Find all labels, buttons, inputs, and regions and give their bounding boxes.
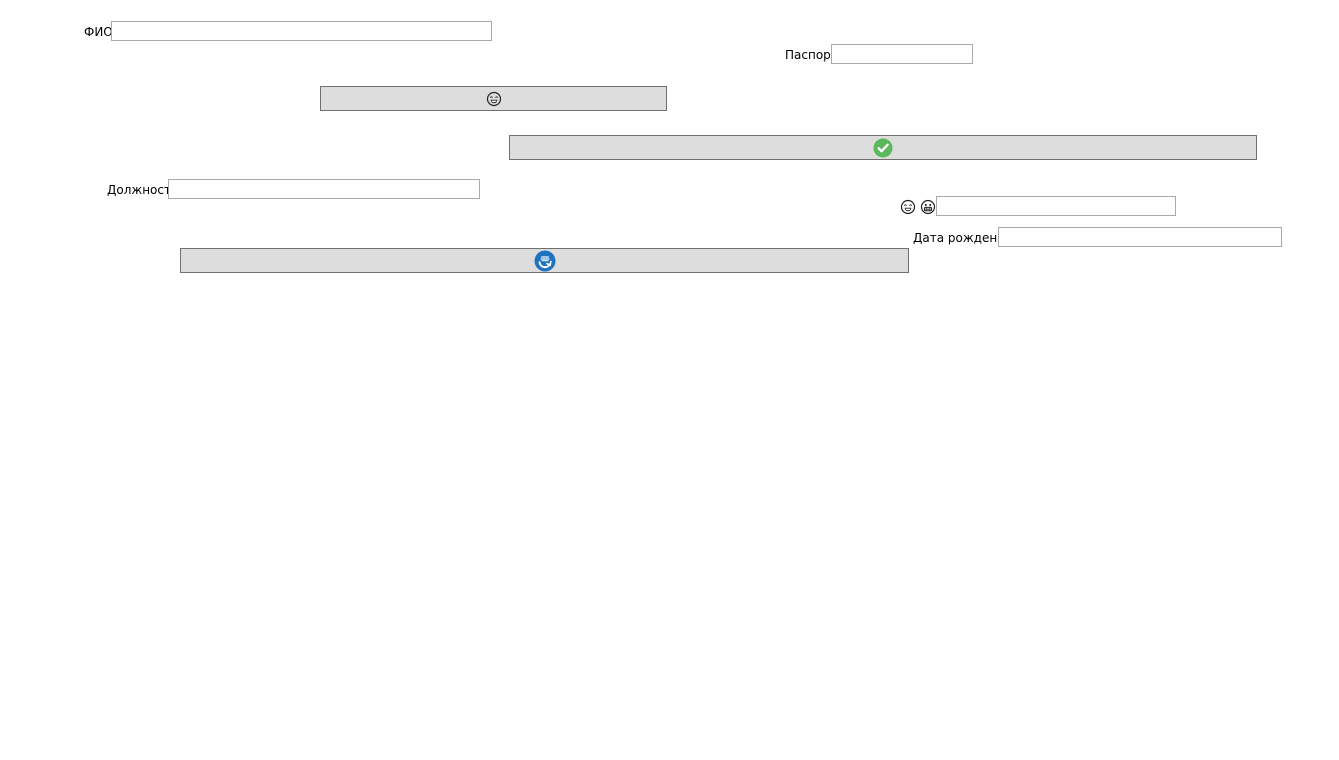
- fio-label: ФИО: [84, 25, 113, 39]
- passport-label: Паспорт: [785, 48, 838, 62]
- grinning-face-icon: [920, 199, 936, 215]
- checkmark-icon: [873, 138, 893, 158]
- laughing-face-icon: [486, 91, 502, 107]
- emoji-input[interactable]: [936, 196, 1176, 216]
- passport-input[interactable]: [831, 44, 973, 64]
- position-input[interactable]: [168, 179, 480, 199]
- confirm-button[interactable]: [509, 135, 1257, 160]
- fio-input[interactable]: [111, 21, 492, 41]
- birthdate-input[interactable]: [998, 227, 1282, 247]
- refresh-icon: [534, 250, 556, 272]
- laughing-face-icon: [900, 199, 916, 215]
- emoji-button[interactable]: [320, 86, 667, 111]
- refresh-button[interactable]: [180, 248, 909, 273]
